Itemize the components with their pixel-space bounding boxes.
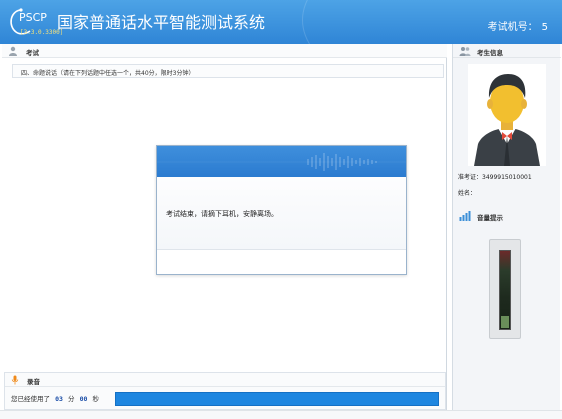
ticket-number: 3499915010001 [482,174,532,181]
app-title: 国家普通话水平智能测试系统 [57,13,266,32]
candidate-panel: 考生信息 准考证：3499915010001 姓名： 音量提示 [452,44,561,410]
machine-label: 考试机号： [487,22,538,33]
dialog-message: 考试结束，请摘下耳机，安静离场。 [166,210,278,218]
volume-level-fill [501,316,509,328]
microphone-icon [11,375,19,385]
dialog-titlebar [157,146,406,177]
question-text: 四、命题说话（请在下列话题中任选一个，共40分，限时3分钟） [21,70,195,77]
name-label: 姓名： [458,190,477,197]
recording-header: 录音 [5,373,445,387]
used-prefix: 您已经使用了 [11,395,50,403]
name-row: 姓名： [458,188,476,197]
logo-text: PSCP [19,11,47,24]
exam-section-header: 考试 [2,44,447,58]
recording-time: 您已经使用了 03 分 00 秒 [11,393,99,403]
users-icon [459,47,471,56]
volume-meter-track [499,250,511,330]
dialog-footer [157,250,406,274]
dialog-body: 考试结束，请摘下耳机，安静离场。 [157,177,406,250]
candidate-title: 考生信息 [477,49,503,57]
ticket-row: 准考证：3499915010001 [458,172,532,181]
user-icon [9,46,17,56]
minute-unit: 分 [67,395,75,403]
recording-progress-bar [115,392,439,406]
status-strip [0,410,562,419]
ticket-label: 准考证： [458,174,483,181]
seconds-value: 00 [79,395,88,403]
minutes-value: 03 [55,395,63,403]
volume-header: 音量提示 [453,209,561,223]
exam-section-title: 考试 [26,49,39,57]
volume-bars-icon [459,211,471,221]
recording-title: 录音 [27,378,40,386]
machine-value: 5 [541,22,548,33]
candidate-avatar [468,64,546,166]
waveform-decoration [157,153,406,171]
volume-meter [489,239,521,339]
recording-panel: 录音 您已经使用了 03 分 00 秒 [4,372,446,410]
volume-title: 音量提示 [477,214,503,222]
app-header: PSCP 国家普通话水平智能测试系统 [3.3.0.3300] 考试机号： 5 [0,0,562,44]
question-prompt: 四、命题说话（请在下列话题中任选一个，共40分，限时3分钟） [12,64,444,78]
machine-number: 考试机号： 5 [484,18,548,33]
version-label: [3.3.0.3300] [20,29,64,36]
second-unit: 秒 [92,395,99,403]
exam-end-dialog: 考试结束，请摘下耳机，安静离场。 [156,145,407,275]
candidate-header: 考生信息 [453,44,561,58]
